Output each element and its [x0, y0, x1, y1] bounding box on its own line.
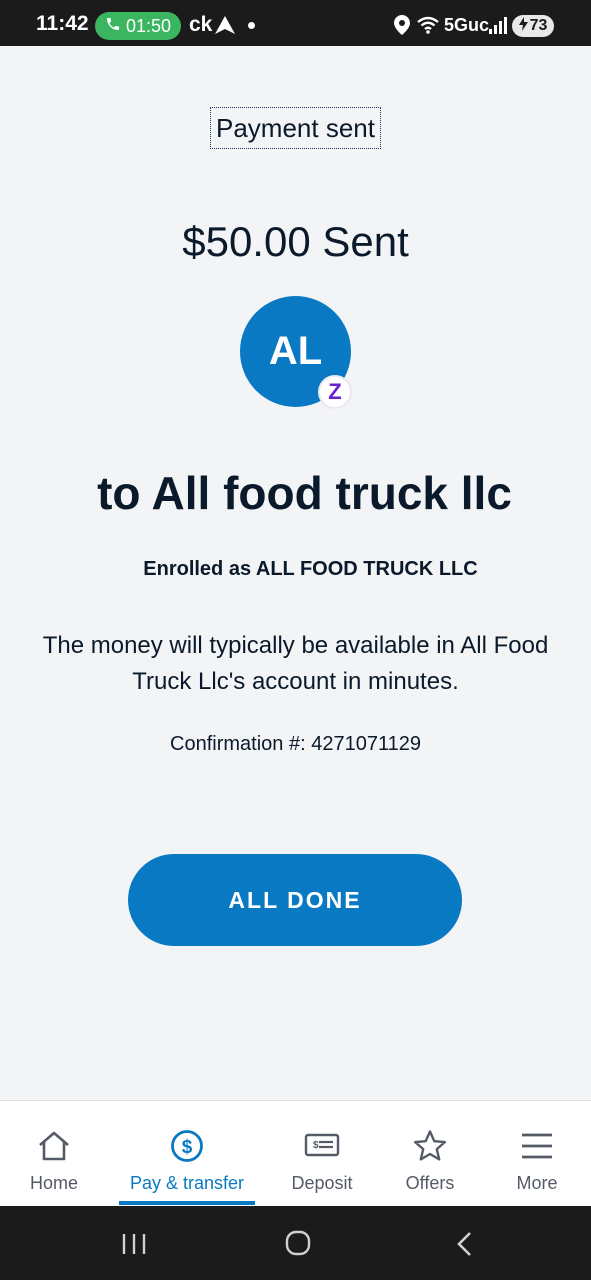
nav-item-home[interactable]: Home [14, 1101, 94, 1207]
enrolled-as: Enrolled as ALL FOOD TRUCK LLC [143, 558, 478, 580]
system-nav-bar [0, 1206, 591, 1280]
nav-label-deposit: Deposit [291, 1173, 353, 1193]
signal-icon [489, 15, 507, 40]
home-icon [37, 1129, 71, 1163]
nav-label-pay-transfer: Pay & transfer [129, 1173, 245, 1193]
navigation-arrow-icon [214, 15, 236, 40]
recent-apps-icon[interactable] [121, 1232, 147, 1261]
svg-text:$: $ [313, 1140, 319, 1151]
battery-level: 73 [529, 17, 548, 34]
dollar-circle-icon: $ [170, 1129, 204, 1163]
nav-item-offers[interactable]: Offers [390, 1101, 470, 1207]
notification-dot-icon [248, 22, 255, 29]
phone-icon [105, 16, 121, 37]
check-deposit-icon: $ [304, 1129, 340, 1163]
nav-item-more[interactable]: More [497, 1101, 577, 1207]
avatar-initials: AL [268, 329, 323, 373]
status-bar: 11:42 01:50 ck 5Guc 73 [0, 0, 591, 46]
menu-icon [520, 1129, 554, 1163]
network-type: 5Guc [444, 15, 490, 35]
location-icon [394, 15, 410, 40]
confirmation-number: Confirmation #: 4271071129 [170, 733, 421, 755]
availability-message: The money will typically be available in… [42, 632, 549, 695]
wifi-icon [416, 15, 440, 40]
back-icon[interactable] [455, 1231, 473, 1262]
system-home-icon[interactable] [285, 1230, 311, 1261]
amount-sent: $50.00 Sent [182, 218, 409, 265]
nav-item-pay-transfer[interactable]: $ Pay & transfer [119, 1101, 255, 1207]
nav-label-home: Home [29, 1173, 78, 1193]
svg-text:$: $ [182, 1137, 193, 1158]
call-indicator[interactable]: 01:50 [95, 12, 181, 40]
star-icon [413, 1129, 447, 1163]
nav-item-deposit[interactable]: $ Deposit [282, 1101, 362, 1207]
battery-indicator: 73 [512, 15, 554, 37]
recipient-name: to All food truck llc [97, 467, 512, 519]
charging-bolt-icon [518, 16, 528, 36]
page-title: Payment sent [210, 107, 381, 149]
carrier-text: ck [189, 13, 213, 36]
all-done-button[interactable]: ALL DONE [128, 854, 462, 946]
nav-label-offers: Offers [405, 1173, 455, 1193]
nav-label-more: More [516, 1173, 558, 1193]
call-timer: 01:50 [125, 15, 172, 36]
active-tab-indicator [119, 1201, 255, 1205]
bottom-nav: Home $ Pay & transfer $ Deposit Offers M… [0, 1100, 591, 1206]
zelle-logo-icon: Z [318, 375, 352, 409]
status-time: 11:42 [36, 12, 89, 35]
